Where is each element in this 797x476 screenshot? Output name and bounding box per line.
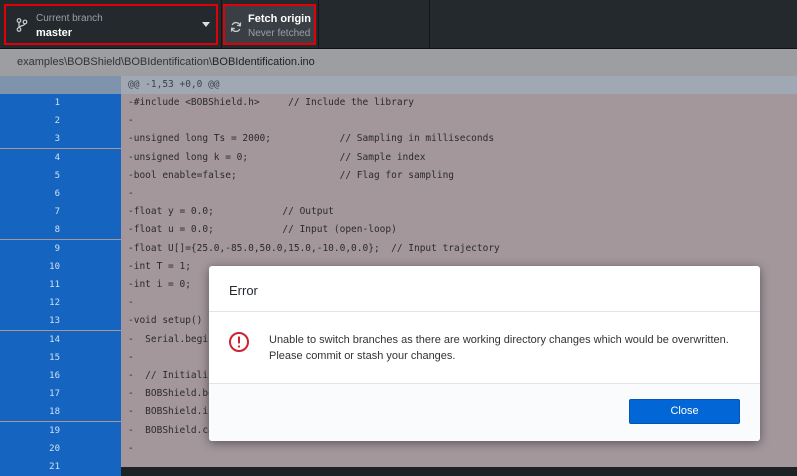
close-button[interactable]: Close [629,399,740,424]
dialog-divider [209,311,760,312]
dialog-title: Error [229,283,258,298]
alert-circle-icon [229,332,249,352]
modal-overlay: Error Unable to switch branches as there… [0,0,797,467]
dialog-message: Unable to switch branches as there are w… [269,334,729,362]
error-dialog: Error Unable to switch branches as there… [209,266,760,441]
